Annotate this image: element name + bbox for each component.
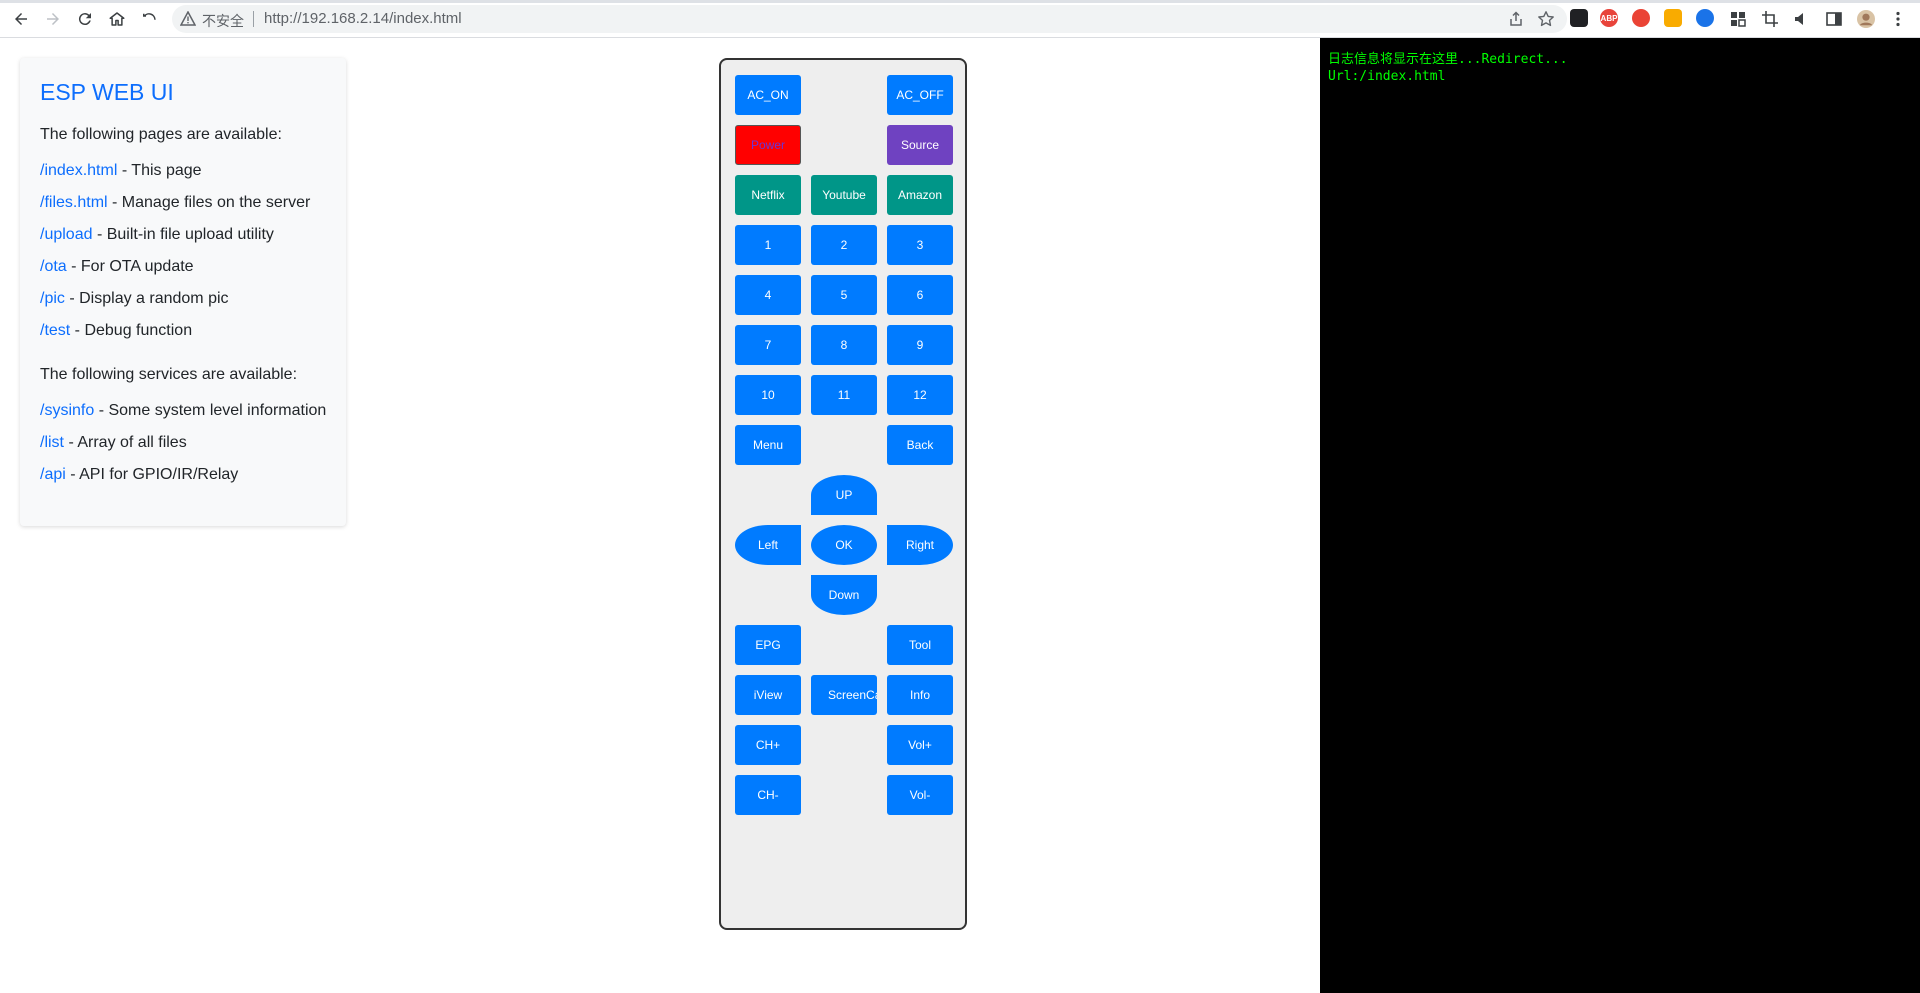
share-icon[interactable] (1507, 10, 1525, 28)
volume-up-button[interactable]: Vol+ (887, 725, 953, 765)
info-card: ESP WEB UI The following pages are avail… (20, 58, 346, 526)
link-upload[interactable]: /upload (40, 226, 93, 243)
browser-toolbar: 不安全 http://192.168.2.14/index.html ABP (0, 0, 1920, 38)
side-panel-icon[interactable] (1823, 8, 1845, 30)
dpad-left-button[interactable]: Left (735, 525, 801, 565)
extension-icon-1[interactable] (1570, 9, 1588, 27)
digit-4-button[interactable]: 4 (735, 275, 801, 315)
crop-icon[interactable] (1759, 8, 1781, 30)
list-item: /ota - For OTA update (40, 258, 194, 276)
link-files[interactable]: /files.html (40, 194, 108, 211)
ac-off-button[interactable]: AC_OFF (887, 75, 953, 115)
log-line: 日志信息将显示在这里...Redirect... (1328, 52, 1568, 67)
url-text[interactable]: http://192.168.2.14/index.html (264, 10, 462, 27)
digit-11-button[interactable]: 11 (811, 375, 877, 415)
digit-5-button[interactable]: 5 (811, 275, 877, 315)
speaker-icon[interactable] (1791, 8, 1813, 30)
link-description: - API for GPIO/IR/Relay (65, 466, 239, 483)
list-item: /test - Debug function (40, 322, 192, 340)
tool-button[interactable]: Tool (887, 625, 953, 665)
not-secure-icon[interactable] (179, 10, 197, 27)
dpad-right-button[interactable]: Right (887, 525, 953, 565)
epg-button[interactable]: EPG (735, 625, 801, 665)
iview-button[interactable]: iView (735, 675, 801, 715)
extension-icon-5[interactable] (1696, 9, 1714, 27)
reload-icon[interactable] (74, 8, 96, 30)
link-list[interactable]: /list (40, 434, 64, 451)
digit-1-button[interactable]: 1 (735, 225, 801, 265)
link-test[interactable]: /test (40, 322, 70, 339)
address-bar[interactable]: 不安全 http://192.168.2.14/index.html (172, 5, 1567, 33)
ac-on-button[interactable]: AC_ON (735, 75, 801, 115)
digit-9-button[interactable]: 9 (887, 325, 953, 365)
digit-3-button[interactable]: 3 (887, 225, 953, 265)
dpad-up-button[interactable]: UP (811, 475, 877, 515)
volume-down-button[interactable]: Vol- (887, 775, 953, 815)
list-item: /sysinfo - Some system level information (40, 402, 326, 420)
power-button[interactable]: Power (735, 125, 801, 165)
list-item: /index.html - This page (40, 162, 202, 180)
link-description: - For OTA update (66, 258, 194, 275)
digit-10-button[interactable]: 10 (735, 375, 801, 415)
back-button[interactable]: Back (887, 425, 953, 465)
list-item: /pic - Display a random pic (40, 290, 229, 308)
dpad-down-button[interactable]: Down (811, 575, 877, 615)
youtube-button[interactable]: Youtube (811, 175, 877, 215)
link-description: - Some system level information (94, 402, 327, 419)
link-index[interactable]: /index.html (40, 162, 117, 179)
amazon-button[interactable]: Amazon (887, 175, 953, 215)
link-description: - This page (117, 162, 202, 179)
menu-kebab-icon[interactable] (1887, 8, 1909, 30)
link-pic[interactable]: /pic (40, 290, 65, 307)
list-item: /api - API for GPIO/IR/Relay (40, 466, 238, 484)
adblock-plus-icon[interactable]: ABP (1600, 9, 1618, 27)
bookmark-star-icon[interactable] (1537, 10, 1555, 28)
tab-strip-edge (0, 0, 1920, 3)
back-icon[interactable] (10, 8, 32, 30)
services-intro: The following services are available: (40, 366, 298, 383)
forward-icon[interactable] (42, 8, 64, 30)
netflix-button[interactable]: Netflix (735, 175, 801, 215)
digit-2-button[interactable]: 2 (811, 225, 877, 265)
link-api[interactable]: /api (40, 466, 66, 483)
link-description: - Array of all files (64, 434, 187, 451)
extension-icon-3[interactable] (1632, 9, 1650, 27)
link-description: - Built-in file upload utility (92, 226, 274, 243)
screencast-button[interactable]: ScreenCast (811, 675, 877, 715)
digit-12-button[interactable]: 12 (887, 375, 953, 415)
extensions-puzzle-icon[interactable] (1727, 8, 1749, 30)
list-item: /upload - Built-in file upload utility (40, 226, 274, 244)
digit-6-button[interactable]: 6 (887, 275, 953, 315)
channel-down-button[interactable]: CH- (735, 775, 801, 815)
digit-7-button[interactable]: 7 (735, 325, 801, 365)
list-item: /list - Array of all files (40, 434, 187, 452)
source-button[interactable]: Source (887, 125, 953, 165)
link-description: - Manage files on the server (107, 194, 311, 211)
undo-icon[interactable] (138, 8, 160, 30)
remote-control-panel: AC_ON AC_OFF Power Source Netflix Youtub… (719, 58, 967, 930)
digit-8-button[interactable]: 8 (811, 325, 877, 365)
page-title: ESP WEB UI (40, 79, 174, 105)
home-icon[interactable] (106, 8, 128, 30)
log-line: Url:/index.html (1328, 69, 1446, 84)
channel-up-button[interactable]: CH+ (735, 725, 801, 765)
menu-button[interactable]: Menu (735, 425, 801, 465)
link-description: - Debug function (70, 322, 193, 339)
info-button[interactable]: Info (887, 675, 953, 715)
list-item: /files.html - Manage files on the server (40, 194, 310, 212)
log-console[interactable]: 日志信息将显示在这里...Redirect... Url:/index.html (1320, 38, 1920, 993)
link-ota[interactable]: /ota (40, 258, 67, 275)
extension-icon-4[interactable] (1664, 9, 1682, 27)
pages-intro: The following pages are available: (40, 126, 282, 143)
omnibox-divider (253, 11, 254, 27)
link-description: - Display a random pic (64, 290, 229, 307)
profile-avatar[interactable] (1855, 8, 1877, 30)
security-label[interactable]: 不安全 (202, 11, 244, 31)
link-sysinfo[interactable]: /sysinfo (40, 402, 94, 419)
dpad-ok-button[interactable]: OK (811, 525, 877, 565)
